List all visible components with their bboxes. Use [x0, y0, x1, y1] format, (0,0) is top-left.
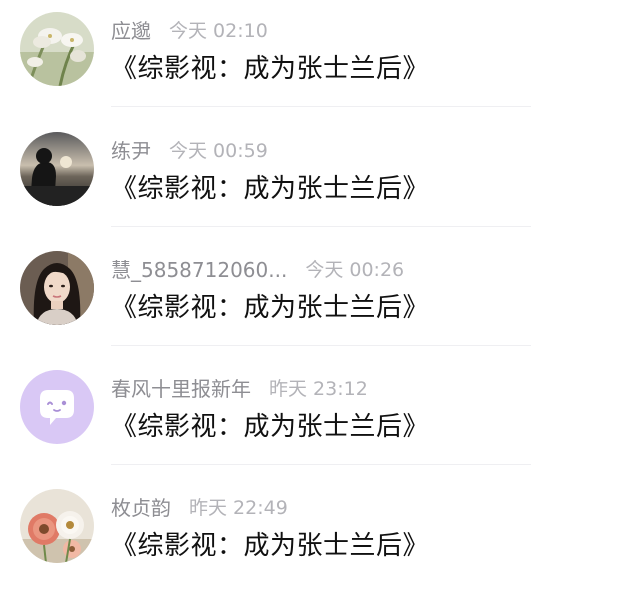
message-time: 今天 02:10 — [169, 19, 268, 42]
message-time: 昨天 23:12 — [269, 377, 368, 400]
sender-name[interactable]: 春风十里报新年 — [111, 373, 251, 402]
message-text[interactable]: 《综影视：成为张士兰后》 — [111, 406, 429, 443]
sender-name[interactable]: 枚贞韵 — [111, 492, 171, 521]
avatar[interactable] — [20, 12, 94, 86]
divider — [111, 464, 531, 465]
sender-name[interactable]: 练尹 — [111, 135, 151, 164]
list-item[interactable]: 练尹 今天 00:59 《综影视：成为张士兰后》 — [0, 120, 640, 232]
silhouette-sunset-avatar-icon — [20, 132, 94, 206]
message-time: 今天 00:26 — [305, 258, 405, 281]
sender-name[interactable]: 慧_5858712060... — [111, 254, 287, 283]
list-item[interactable]: 应邈 今天 02:10 《综影视：成为张士兰后》 — [0, 0, 640, 112]
message-time: 昨天 22:49 — [189, 496, 288, 519]
avatar[interactable] — [20, 251, 94, 325]
message-meta: 练尹 今天 00:59 — [111, 134, 268, 164]
message-text[interactable]: 《综影视：成为张士兰后》 — [111, 287, 429, 324]
message-time: 今天 00:59 — [169, 139, 268, 162]
divider — [111, 226, 531, 227]
avatar[interactable] — [20, 132, 94, 206]
list-item[interactable]: 枚贞韵 昨天 22:49 《综影视：成为张士兰后》 — [0, 477, 640, 589]
list-item[interactable]: 春风十里报新年 昨天 23:12 《综影视：成为张士兰后》 — [0, 358, 640, 470]
avatar[interactable] — [20, 370, 94, 444]
default-chat-bubble-avatar-icon — [20, 370, 94, 444]
message-list: 应邈 今天 02:10 《综影视：成为张士兰后》 练尹 今天 00:59 《综影… — [0, 0, 640, 576]
message-meta: 应邈 今天 02:10 — [111, 14, 268, 44]
lily-flower-avatar-icon — [20, 12, 94, 86]
list-item[interactable]: 慧_5858712060... 今天 00:26 《综影视：成为张士兰后》 — [0, 239, 640, 351]
message-text[interactable]: 《综影视：成为张士兰后》 — [111, 525, 429, 562]
message-meta: 慧_5858712060... 今天 00:26 — [111, 253, 404, 283]
message-meta: 枚贞韵 昨天 22:49 — [111, 491, 288, 521]
message-text[interactable]: 《综影视：成为张士兰后》 — [111, 48, 429, 85]
divider — [111, 345, 531, 346]
woman-portrait-avatar-icon — [20, 251, 94, 325]
avatar[interactable] — [20, 489, 94, 563]
message-text[interactable]: 《综影视：成为张士兰后》 — [111, 168, 429, 205]
gerbera-flowers-avatar-icon — [20, 489, 94, 563]
message-meta: 春风十里报新年 昨天 23:12 — [111, 372, 368, 402]
sender-name[interactable]: 应邈 — [111, 15, 151, 44]
divider — [111, 106, 531, 107]
